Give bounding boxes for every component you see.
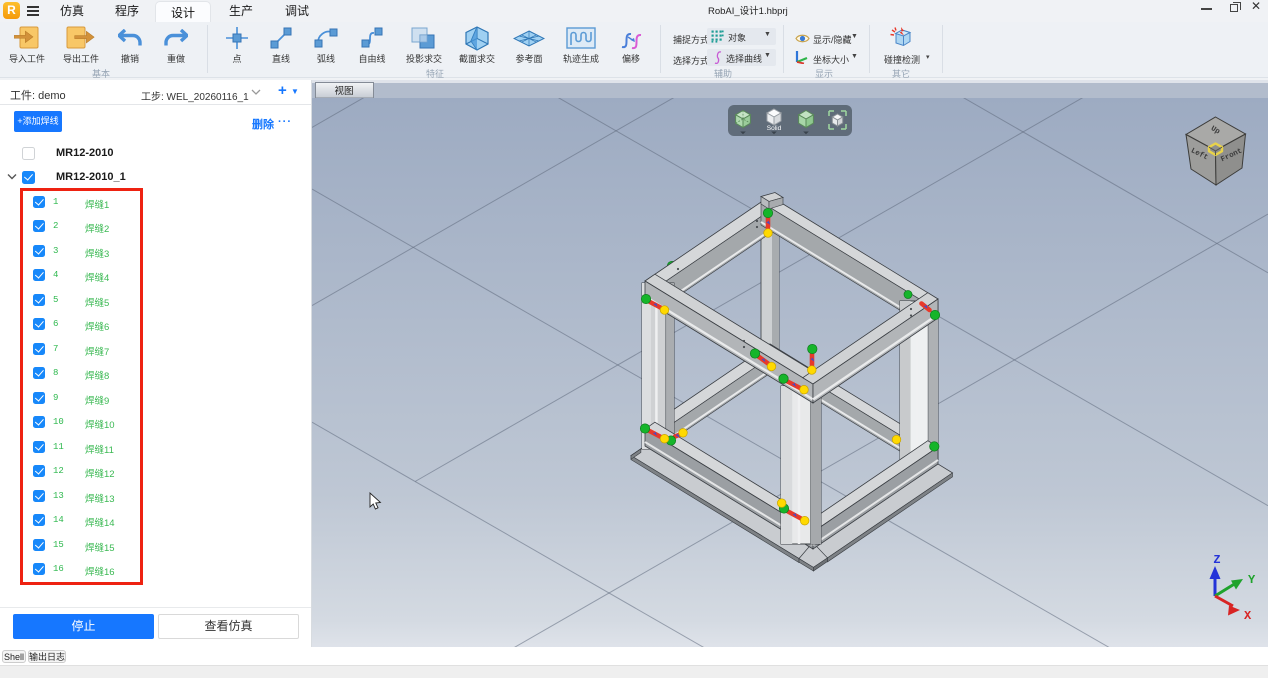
svg-text:Solid: Solid (767, 125, 782, 132)
svg-text:X: X (1244, 609, 1252, 623)
svg-text:Z: Z (1213, 553, 1220, 567)
svg-text:视图: 视图 (334, 85, 353, 97)
svg-text:Y: Y (1248, 573, 1256, 587)
